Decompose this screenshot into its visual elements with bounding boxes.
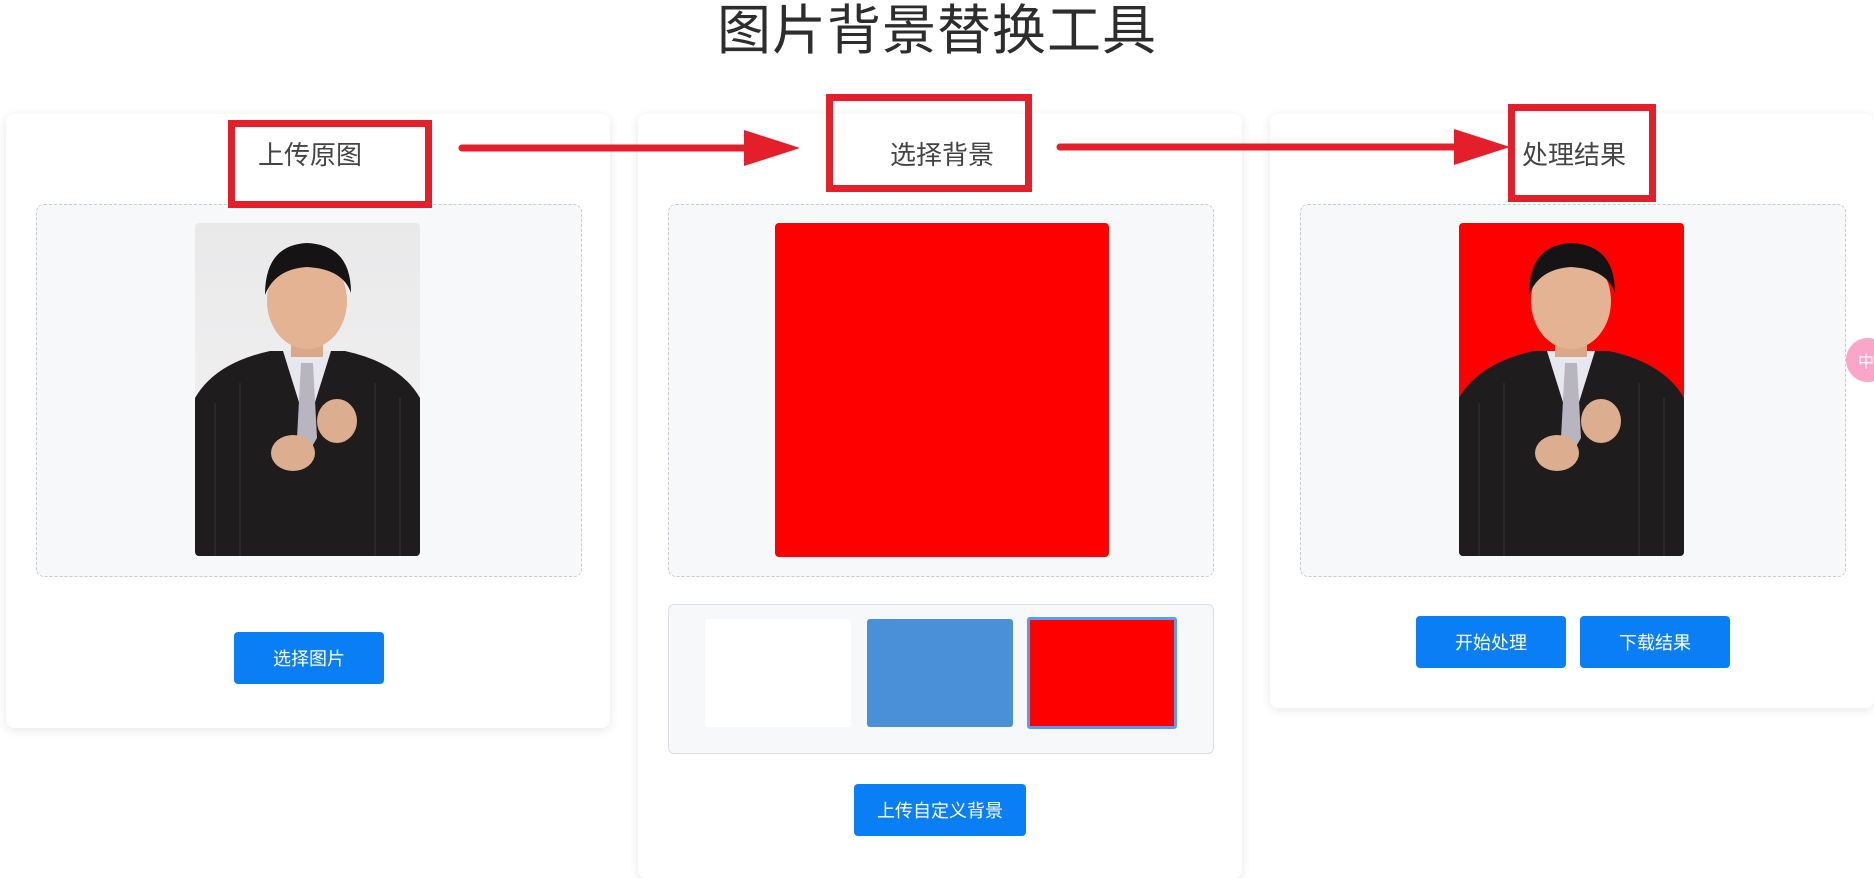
highlight-box-background: [826, 94, 1032, 192]
original-photo: [195, 223, 420, 556]
side-tab-label: 中: [1858, 352, 1874, 371]
result-preview-zone: [1300, 204, 1846, 577]
start-processing-button[interactable]: 开始处理: [1416, 616, 1566, 668]
swatch-blue[interactable]: [867, 619, 1013, 727]
swatch-red[interactable]: [1027, 617, 1177, 729]
person-portrait-icon: [195, 223, 420, 556]
highlight-box-result: [1508, 104, 1656, 202]
upload-drop-zone[interactable]: [36, 204, 582, 577]
result-panel: 处理结果 开始处理 下载结果: [1270, 114, 1874, 708]
background-preview-zone: [668, 204, 1214, 577]
choose-image-button[interactable]: 选择图片: [234, 632, 384, 684]
highlight-box-upload: [228, 120, 432, 208]
background-preview: [775, 223, 1109, 557]
background-panel: 选择背景 上传自定义背景: [638, 114, 1242, 878]
swatch-white[interactable]: [705, 619, 851, 727]
result-photo: [1459, 223, 1684, 556]
download-result-button[interactable]: 下载结果: [1580, 616, 1730, 668]
swatch-tray: [668, 604, 1214, 754]
person-portrait-red-bg-icon: [1459, 223, 1684, 556]
upload-custom-background-button[interactable]: 上传自定义背景: [854, 784, 1026, 836]
page-title: 图片背景替换工具: [717, 0, 1157, 62]
